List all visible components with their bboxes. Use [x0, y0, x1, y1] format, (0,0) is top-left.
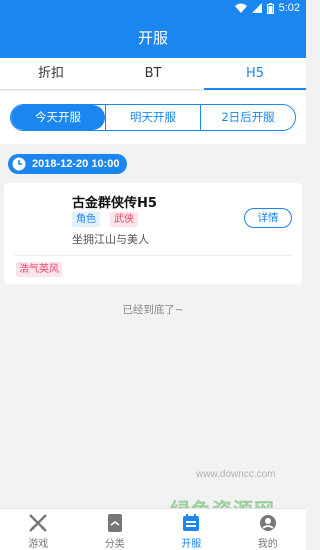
date-header-text: 2018-12-20 10:00 — [32, 158, 120, 170]
battery-icon — [266, 2, 274, 14]
tab-h5[interactable]: H5 — [204, 58, 306, 90]
date-segmented-control: 今天开服 明天开服 2日后开服 — [10, 104, 296, 131]
details-button[interactable]: 详情 — [244, 208, 292, 228]
nav-profile-label: 我的 — [257, 539, 278, 550]
status-bar: 5:02 — [0, 0, 306, 18]
game-card[interactable]: 古金群侠传H5 角色 武侠 坐拥江山与美人 详情 浩气英风 — [4, 183, 302, 284]
tab-discount[interactable]: 折扣 — [0, 58, 102, 89]
category-tabs: 折扣 BT H5 — [0, 58, 306, 90]
tag-wuxia: 武侠 — [110, 212, 138, 227]
game-description: 坐拥江山与美人 — [72, 233, 149, 246]
date-header: 2018-12-20 10:00 — [8, 154, 128, 174]
game-title: 古金群侠传H5 — [72, 196, 157, 211]
book-icon — [107, 514, 122, 532]
segment-tomorrow[interactable]: 明天开服 — [105, 105, 200, 130]
wifi-icon — [234, 3, 247, 13]
nav-open-servers-label: 开服 — [181, 539, 202, 550]
profile-icon — [259, 515, 276, 531]
bottom-navigation: 游戏 分类 开服 我的 — [0, 508, 306, 550]
nav-games-label: 游戏 — [28, 539, 49, 550]
segment-after-2-days[interactable]: 2日后开服 — [200, 105, 295, 130]
nav-profile[interactable]: 我的 — [230, 509, 307, 550]
watermark-url: www.downcc.com — [196, 469, 276, 480]
card-divider — [14, 255, 292, 256]
tab-bt[interactable]: BT — [102, 58, 204, 89]
nav-games[interactable]: 游戏 — [0, 509, 77, 550]
segment-today[interactable]: 今天开服 — [11, 105, 105, 130]
page-title: 开服 — [0, 18, 306, 58]
status-time: 5:02 — [278, 2, 300, 14]
signal-icon — [251, 3, 262, 13]
nav-open-servers[interactable]: 开服 — [153, 509, 230, 550]
date-filter-bar: 今天开服 明天开服 2日后开服 — [0, 91, 306, 144]
nav-categories-label: 分类 — [104, 539, 125, 550]
calendar-icon — [183, 514, 200, 531]
swords-icon — [29, 514, 48, 532]
clock-icon — [12, 157, 26, 171]
tag-role: 角色 — [72, 212, 100, 227]
end-of-list-text: 已经到底了~ — [122, 304, 184, 316]
nav-categories[interactable]: 分类 — [77, 509, 154, 550]
server-name-badge: 浩气英风 — [16, 262, 62, 277]
